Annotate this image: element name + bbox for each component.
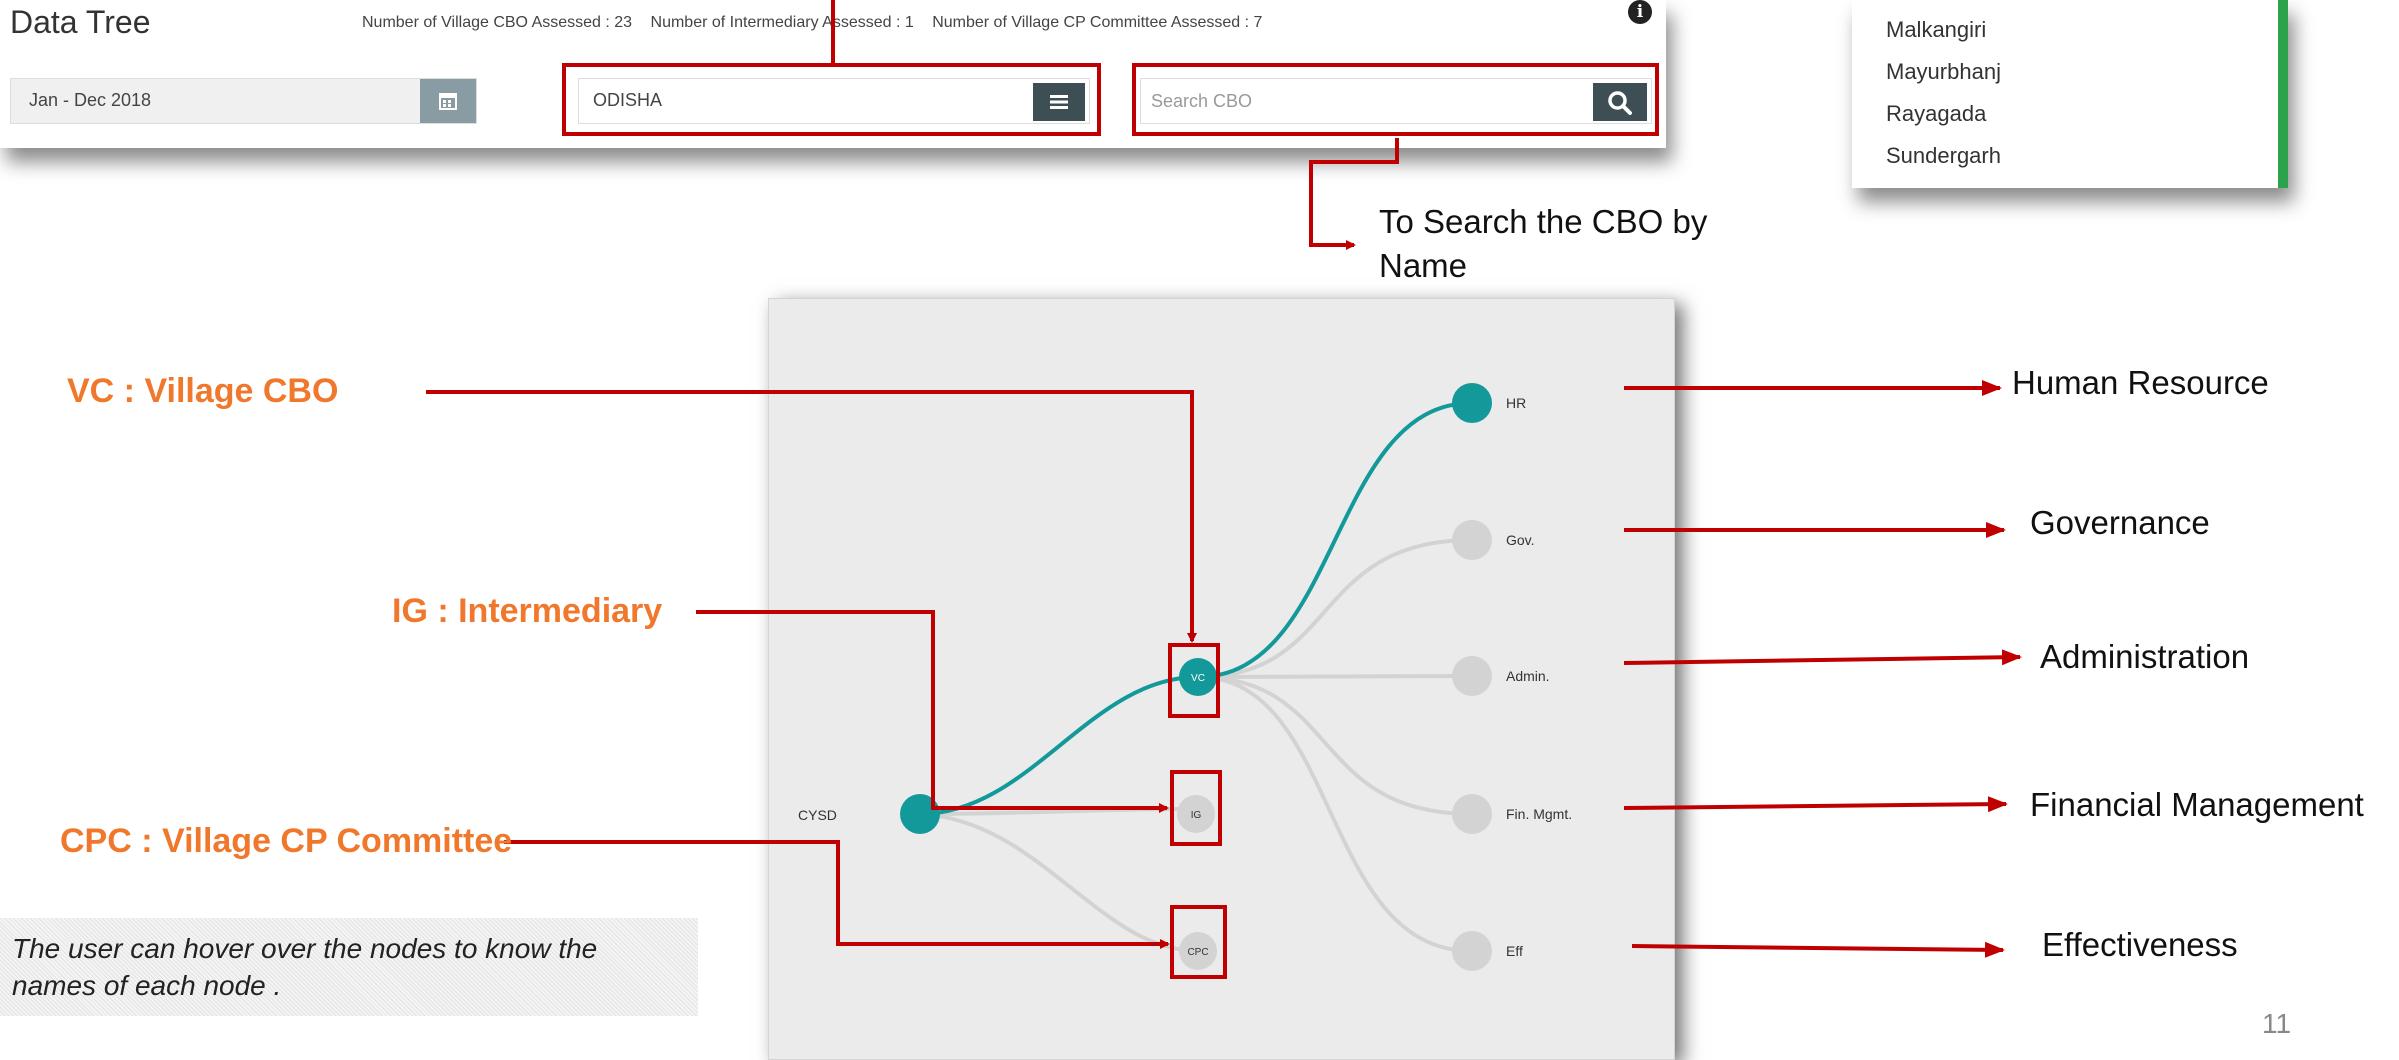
page-number: 11 [2262, 1008, 2292, 1039]
link-vc-eff [1197, 675, 1473, 953]
link-vc-fin [1197, 675, 1473, 816]
eff-arrow [1631, 941, 2005, 958]
fin-arrow [1623, 796, 2008, 813]
link-cysd-vc [919, 675, 1199, 816]
hr-label: Human Resource [2012, 364, 2269, 401]
node-admin [1452, 656, 1492, 696]
link-vc-admin [1197, 674, 1473, 679]
node-label-vc: VC [1191, 673, 1205, 684]
hover-note-text: The user can hover over the nodes to kno… [12, 933, 598, 1001]
admin-arrow [1623, 649, 2022, 666]
hover-note-box: The user can hover over the nodes to kno… [0, 918, 698, 1016]
link-vc-gov [1197, 538, 1473, 679]
fin-label: Financial Management [2030, 786, 2364, 823]
vc-callout: VC : Village CBO [67, 372, 339, 410]
node-label-eff: Eff [1506, 943, 1523, 959]
node-eff [1452, 931, 1492, 971]
node-label-cysd: CYSD [798, 807, 837, 823]
ig-arrow [696, 610, 1169, 813]
node-fin [1452, 794, 1492, 834]
eff-label: Effectiveness [2042, 926, 2238, 963]
node-label-cpc: CPC [1187, 947, 1208, 958]
cpc-callout: CPC : Village CP Committee [60, 822, 513, 860]
node-label-gov: Gov. [1506, 532, 1535, 548]
search-note: To Search the CBO by Name [1379, 203, 1708, 284]
node-label-ig: IG [1191, 810, 1202, 821]
admin-label: Administration [2040, 638, 2250, 675]
gov-label: Governance [2030, 504, 2210, 541]
node-gov [1452, 520, 1492, 560]
ig-callout: IG : Intermediary [392, 592, 663, 630]
node-label-fin: Fin. Mgmt. [1506, 806, 1572, 822]
link-vc-hr [1197, 401, 1473, 679]
node-label-hr: HR [1506, 395, 1526, 411]
node-hr [1452, 383, 1492, 423]
node-label-admin: Admin. [1506, 668, 1550, 684]
link-cysd-cpc [919, 812, 1199, 953]
